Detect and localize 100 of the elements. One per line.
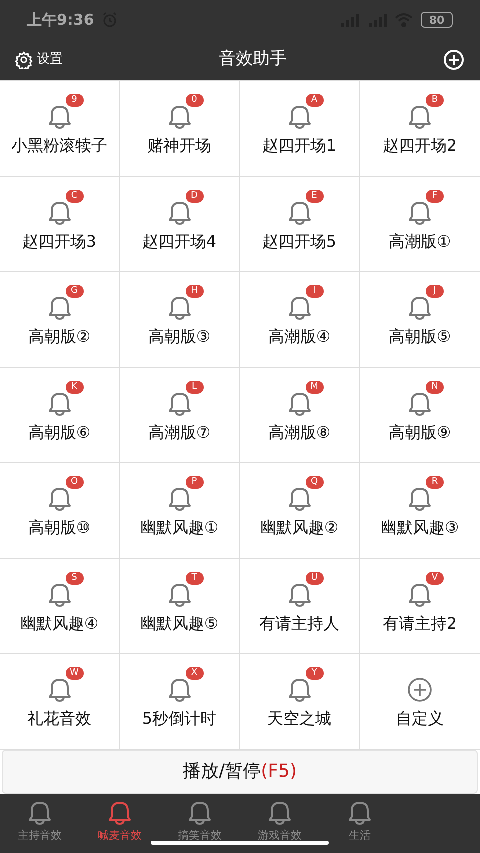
sound-button[interactable]: P 幽默风趣① [120, 463, 240, 558]
shortcut-badge: X [186, 667, 204, 680]
shortcut-badge: Y [306, 667, 324, 680]
sound-button[interactable]: H 高朝版③ [120, 272, 240, 368]
sound-label: 赵四开场3 [22, 230, 97, 253]
shortcut-badge: H [186, 285, 204, 298]
sound-label: 高朝版② [28, 326, 91, 348]
shortcut-badge: E [306, 190, 324, 203]
sound-button[interactable]: X 5秒倒计时 [120, 654, 240, 750]
sound-button[interactable]: F 高潮版① [360, 176, 480, 272]
sound-label: 幽默风趣⑤ [140, 612, 219, 635]
sound-label: 赵四开场1 [262, 135, 337, 158]
sound-button[interactable]: U 有请主持人 [240, 558, 360, 654]
shortcut-badge: U [306, 572, 324, 585]
sound-label: 高潮版⑦ [148, 422, 211, 444]
add-icon [407, 677, 433, 704]
sound-button[interactable]: I 高潮版④ [240, 272, 360, 368]
sound-label: 自定义 [396, 708, 444, 730]
shortcut-badge: G [66, 285, 84, 298]
sound-label: 礼花音效 [28, 708, 92, 730]
bell-icon [346, 800, 374, 826]
bell-icon [406, 104, 434, 130]
bell-icon [406, 486, 434, 512]
sound-label: 幽默风趣② [260, 517, 339, 540]
shortcut-badge: R [426, 476, 444, 490]
sound-button[interactable]: T 幽默风趣⑤ [120, 558, 240, 654]
shortcut-badge: V [426, 572, 444, 585]
sound-button[interactable]: 9 小黑粉滚犊子 [0, 81, 120, 176]
sound-label: 有请主持人 [260, 612, 340, 635]
shortcut-badge: A [306, 94, 324, 108]
sound-button[interactable]: N 高朝版⑨ [360, 368, 480, 463]
sound-button[interactable]: R 幽默风趣③ [360, 463, 480, 558]
shortcut-badge: B [426, 94, 444, 108]
sound-button[interactable]: K 高朝版⑥ [0, 368, 120, 463]
tab[interactable]: 生活 [320, 800, 400, 844]
sound-label: 有请主持2 [382, 612, 458, 635]
settings-button[interactable]: 设置 [15, 50, 63, 70]
battery-icon: 80 [421, 12, 453, 28]
shortcut-badge: T [186, 572, 204, 585]
sound-button[interactable]: C 赵四开场3 [0, 176, 120, 272]
sound-button[interactable]: M 高潮版⑧ [240, 368, 360, 463]
shortcut-badge: O [66, 476, 84, 490]
tab[interactable]: 游戏音效 [240, 800, 320, 844]
sound-label: 幽默风趣① [140, 517, 219, 540]
shortcut-badge: Q [306, 476, 324, 490]
sound-button[interactable]: W 礼花音效 [0, 654, 120, 750]
sound-button[interactable]: B 赵四开场2 [360, 81, 480, 176]
sound-label: 天空之城 [268, 708, 332, 730]
sound-label: 5秒倒计时 [142, 708, 217, 730]
shortcut-badge: S [66, 572, 84, 585]
sound-label: 高潮版④ [268, 326, 331, 348]
shortcut-badge: I [306, 285, 324, 298]
sound-label: 赵四开场2 [382, 135, 458, 158]
sound-label: 小黑粉滚犊子 [12, 135, 108, 158]
sound-label: 高朝版⑨ [388, 422, 452, 444]
sound-label: 高潮版⑧ [268, 422, 331, 444]
shortcut-badge: K [66, 380, 84, 394]
sound-button[interactable]: L 高潮版⑦ [120, 368, 240, 463]
bell-icon [186, 800, 214, 826]
bell-icon [26, 800, 54, 826]
sound-label: 幽默风趣③ [380, 517, 460, 540]
sound-label: 高潮版① [388, 230, 452, 253]
play-pause-button[interactable]: 播放/暂停(F5) [2, 750, 478, 794]
sound-button[interactable]: D 赵四开场4 [120, 176, 240, 272]
shortcut-badge: N [426, 380, 444, 394]
shortcut-badge: L [186, 380, 204, 394]
sound-button[interactable]: 0 赌神开场 [120, 81, 240, 176]
shortcut-badge: M [306, 380, 324, 394]
sound-button[interactable]: Y 天空之城 [240, 654, 360, 750]
status-time: 上午9:36 [27, 10, 94, 31]
sound-label: 幽默风趣④ [20, 612, 99, 635]
bell-icon [406, 390, 434, 417]
sound-button[interactable]: S 幽默风趣④ [0, 558, 120, 654]
bell-icon [406, 582, 434, 608]
shortcut-badge: J [426, 285, 444, 298]
shortcut-badge: 0 [186, 94, 204, 108]
bell-icon [406, 295, 434, 322]
bell-icon [266, 800, 294, 826]
shortcut-badge: W [66, 667, 84, 680]
bell-icon [406, 200, 434, 226]
add-button[interactable] [443, 49, 465, 71]
window-title: 音效助手 [219, 48, 287, 72]
shortcut-badge: P [186, 476, 204, 490]
sound-button[interactable]: Q 幽默风趣② [240, 463, 360, 558]
sound-button[interactable]: A 赵四开场1 [240, 81, 360, 176]
settings-icon [15, 51, 33, 69]
sound-button[interactable]: E 赵四开场5 [240, 176, 360, 272]
sound-label: 高朝版⑥ [28, 422, 91, 444]
sound-label: 高朝版⑤ [388, 326, 452, 348]
tab[interactable]: 主持音效 [0, 800, 80, 844]
shortcut-badge: D [186, 190, 204, 203]
sound-button[interactable]: V 有请主持2 [360, 558, 480, 654]
add-icon [443, 49, 465, 71]
sound-button[interactable]: G 高朝版② [0, 272, 120, 368]
tab[interactable]: 搞笑音效 [160, 800, 240, 844]
sound-label: 赌神开场 [148, 135, 212, 158]
shortcut-badge: 9 [66, 94, 84, 108]
sound-button[interactable]: J 高朝版⑤ [360, 272, 480, 368]
sound-button[interactable]: O 高朝版⑩ [0, 463, 120, 558]
sound-label: 赵四开场4 [142, 230, 217, 253]
